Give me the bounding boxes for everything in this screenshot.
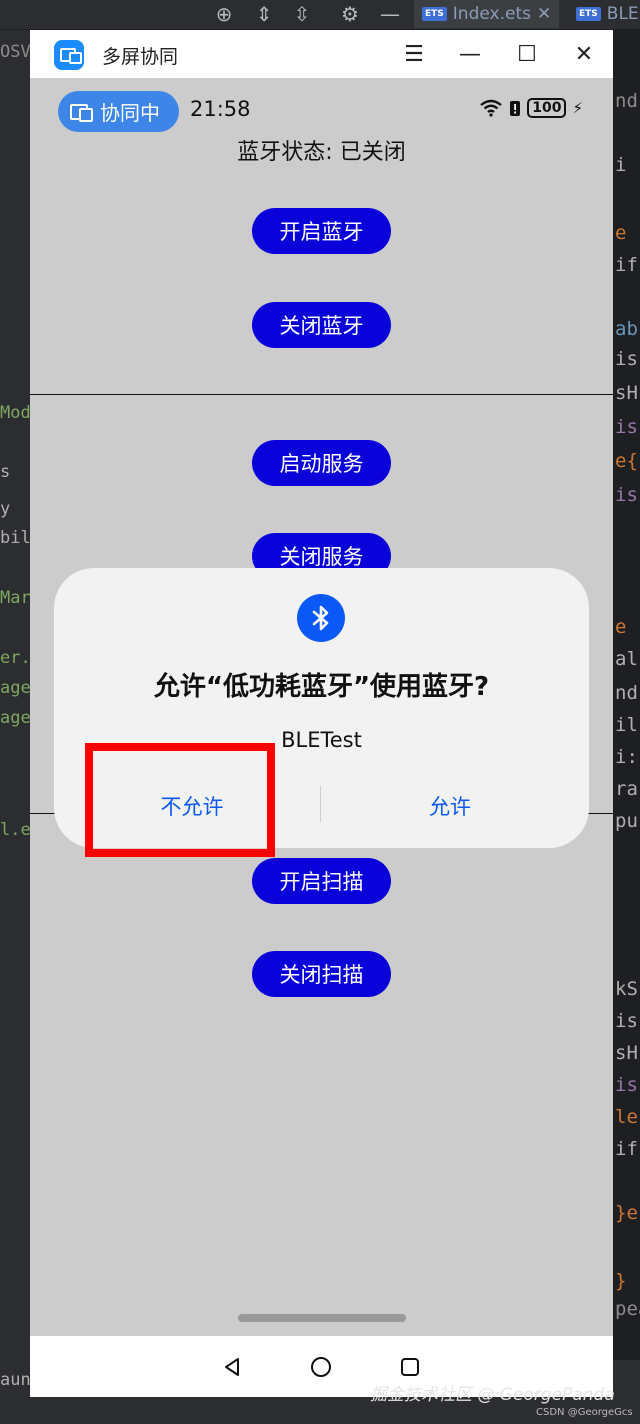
code-fragment: is xyxy=(615,484,638,506)
ets-file-icon: ETS xyxy=(422,7,447,21)
code-fragment: ab xyxy=(615,318,638,340)
ide-code-editor: nd i e if ab is sH is e{ is e al nd il i: ra pu kS is sH is l… xyxy=(613,30,640,1424)
allow-button[interactable]: 允许 xyxy=(344,778,556,834)
code-fragment: if xyxy=(615,254,638,276)
disable-bluetooth-button[interactable]: 关闭蓝牙 xyxy=(252,302,391,348)
code-fragment: nd xyxy=(615,682,638,704)
ide-bottom-text: aun xyxy=(0,1370,31,1390)
dialog-title: 允许“低功耗蓝牙”使用蓝牙? xyxy=(153,672,490,702)
close-icon[interactable]: ✕ xyxy=(537,4,551,24)
code-fragment: le xyxy=(615,1106,638,1128)
code-fragment: nd xyxy=(615,90,638,112)
status-bar: 协同中 21:58 100 ⚡ xyxy=(30,78,613,140)
code-fragment: e xyxy=(615,222,627,244)
code-fragment: is xyxy=(615,1074,638,1096)
code-fragment: e{ xyxy=(615,450,638,472)
back-icon[interactable] xyxy=(219,1354,245,1380)
battery-alert-icon xyxy=(510,101,521,116)
battery-level: 100 xyxy=(527,98,567,118)
code-fragment: is xyxy=(615,348,638,370)
red-highlight-annotation xyxy=(85,743,275,857)
expand-icon[interactable]: ⇕ xyxy=(250,0,278,28)
minimize-button[interactable]: — xyxy=(450,38,490,70)
code-fragment: kS xyxy=(615,978,638,1000)
project-tree-label[interactable]: age xyxy=(0,678,31,698)
code-fragment: if xyxy=(615,1138,638,1160)
multiscreen-app-icon xyxy=(54,40,84,70)
gear-icon[interactable]: ⚙ xyxy=(336,0,364,28)
maximize-button[interactable]: ☐ xyxy=(507,38,547,70)
home-icon[interactable] xyxy=(308,1354,334,1380)
code-fragment: sH xyxy=(615,1042,638,1064)
status-icons: 100 ⚡ xyxy=(479,98,583,118)
bluetooth-icon xyxy=(297,594,345,642)
code-fragment: il xyxy=(615,714,638,736)
code-fragment: e xyxy=(615,616,627,638)
window-title: 多屏协同 xyxy=(102,46,179,68)
status-time: 21:58 xyxy=(190,97,251,121)
ide-project-panel: OSV Mod sy bility Mar er.e age age l.ets xyxy=(0,30,32,1424)
wifi-icon xyxy=(480,99,502,117)
project-tree-label[interactable]: y xyxy=(0,499,10,519)
watermark-small: CSDN @GeorgeGcs xyxy=(536,1407,633,1418)
project-tree-label[interactable]: er.e xyxy=(0,648,32,668)
multiscreen-icon xyxy=(70,103,93,122)
minus-icon[interactable]: — xyxy=(376,0,404,28)
start-service-button[interactable]: 启动服务 xyxy=(252,440,391,486)
code-fragment: is xyxy=(615,416,638,438)
project-tree-label[interactable]: Mod xyxy=(0,403,31,423)
tab-label: Index.ets xyxy=(452,4,531,24)
home-indicator[interactable] xyxy=(238,1314,406,1322)
recents-icon[interactable] xyxy=(397,1354,423,1380)
code-fragment: ra xyxy=(615,778,638,800)
code-fragment: pea xyxy=(615,1298,640,1320)
collab-status-pill[interactable]: 协同中 xyxy=(58,91,179,132)
enable-bluetooth-button[interactable]: 开启蓝牙 xyxy=(252,208,391,254)
tab-index-ets[interactable]: ETS Index.ets ✕ xyxy=(414,0,560,28)
code-fragment: is xyxy=(615,1010,638,1032)
section-divider xyxy=(30,394,613,395)
collab-label: 协同中 xyxy=(100,101,160,125)
dialog-button-separator xyxy=(320,786,321,822)
project-tree-label[interactable]: Mar xyxy=(0,588,31,608)
menu-icon[interactable]: ☰ xyxy=(394,38,434,70)
start-scan-button[interactable]: 开启扫描 xyxy=(252,858,391,904)
ide-toolbar: ⊕ ⇕ ⇳ ⚙ — ETS Index.ets ✕ ETS BLE xyxy=(0,0,640,30)
bluetooth-state-text: 蓝牙状态: 已关闭 xyxy=(237,140,406,165)
phone-screen: 协同中 21:58 100 ⚡ 蓝牙状态: 已关闭 开启蓝牙 关闭蓝牙 启动服务… xyxy=(30,78,613,1336)
close-button[interactable]: ✕ xyxy=(564,38,604,70)
code-fragment: }e xyxy=(615,1202,638,1224)
collapse-icon[interactable]: ⇳ xyxy=(288,0,316,28)
project-tree-label[interactable]: age xyxy=(0,708,31,728)
multiscreen-window: 多屏协同 ☰ — ☐ ✕ 协同中 21:58 100 ⚡ 蓝牙状态: 已关闭 开… xyxy=(30,30,613,1397)
window-titlebar[interactable]: 多屏协同 ☰ — ☐ ✕ xyxy=(30,30,613,78)
code-fragment: i: xyxy=(615,746,638,768)
stop-scan-button[interactable]: 关闭扫描 xyxy=(252,951,391,997)
project-tree-label[interactable]: bility xyxy=(0,528,32,548)
code-fragment: sH xyxy=(615,382,638,404)
ets-file-icon: ETS xyxy=(576,7,601,21)
code-fragment: al xyxy=(615,648,638,670)
tab-ble[interactable]: ETS BLE xyxy=(568,0,640,28)
target-icon[interactable]: ⊕ xyxy=(210,0,238,28)
code-fragment: i xyxy=(615,154,627,176)
watermark: 掘金技术社区 @ GeorgePanda xyxy=(370,1385,615,1405)
project-tree-label[interactable]: s xyxy=(0,462,10,482)
project-tree-label[interactable]: l.ets xyxy=(0,820,32,840)
code-fragment: pu xyxy=(615,810,638,832)
charging-icon: ⚡ xyxy=(572,99,583,117)
code-fragment: } xyxy=(615,1270,627,1292)
project-tree-label[interactable]: OSV xyxy=(0,42,31,62)
tab-label: BLE xyxy=(606,4,639,24)
